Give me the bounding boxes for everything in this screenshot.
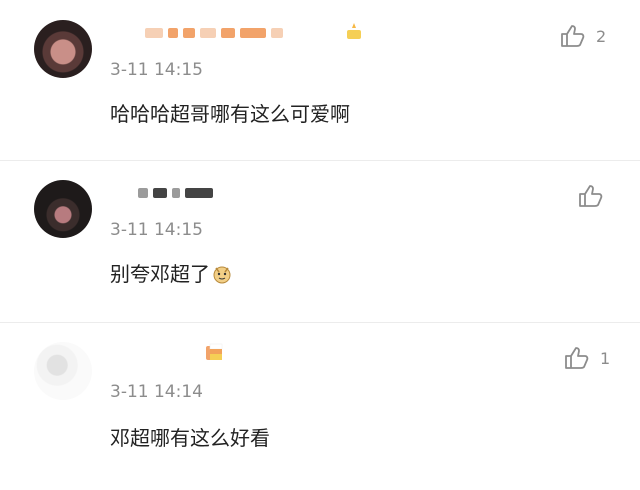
comment-time: 3-11 14:14 <box>110 382 203 402</box>
candy-corn-icon <box>209 343 223 360</box>
username-blurred[interactable] <box>145 28 283 42</box>
sparkle-badge-icon <box>347 23 361 39</box>
like-count: 1 <box>600 348 611 368</box>
like-button[interactable]: 2 <box>560 24 606 48</box>
comment-text: 别夸邓超了 <box>110 262 210 286</box>
thumbs-up-icon <box>579 185 603 207</box>
comment-item: 3-11 14:15 哈哈哈超哥哪有这么可爱啊 2 <box>0 0 640 160</box>
like-button[interactable]: 1 <box>564 346 610 370</box>
avatar[interactable] <box>34 342 92 400</box>
like-count: 2 <box>596 26 607 46</box>
comment-item: 3-11 14:14 邓超哪有这么好看 1 <box>0 324 640 490</box>
comment-time: 3-11 14:15 <box>110 60 203 80</box>
username-blurred[interactable] <box>138 188 213 202</box>
comment-text: 哈哈哈超哥哪有这么可爱啊 <box>110 102 350 126</box>
avatar[interactable] <box>34 180 92 238</box>
comment-item: 3-11 14:15 别夸邓超了 <box>0 162 640 322</box>
comment-text-row: 别夸邓超了 <box>110 258 232 287</box>
like-button[interactable] <box>578 184 614 208</box>
comment-time: 3-11 14:15 <box>110 220 203 240</box>
avatar[interactable] <box>34 20 92 78</box>
comment-text: 邓超哪有这么好看 <box>110 426 270 450</box>
thumbs-up-icon <box>565 347 589 369</box>
divider <box>0 160 640 161</box>
thumbs-up-icon <box>561 25 585 47</box>
doge-face-icon <box>213 266 231 284</box>
divider <box>0 322 640 323</box>
